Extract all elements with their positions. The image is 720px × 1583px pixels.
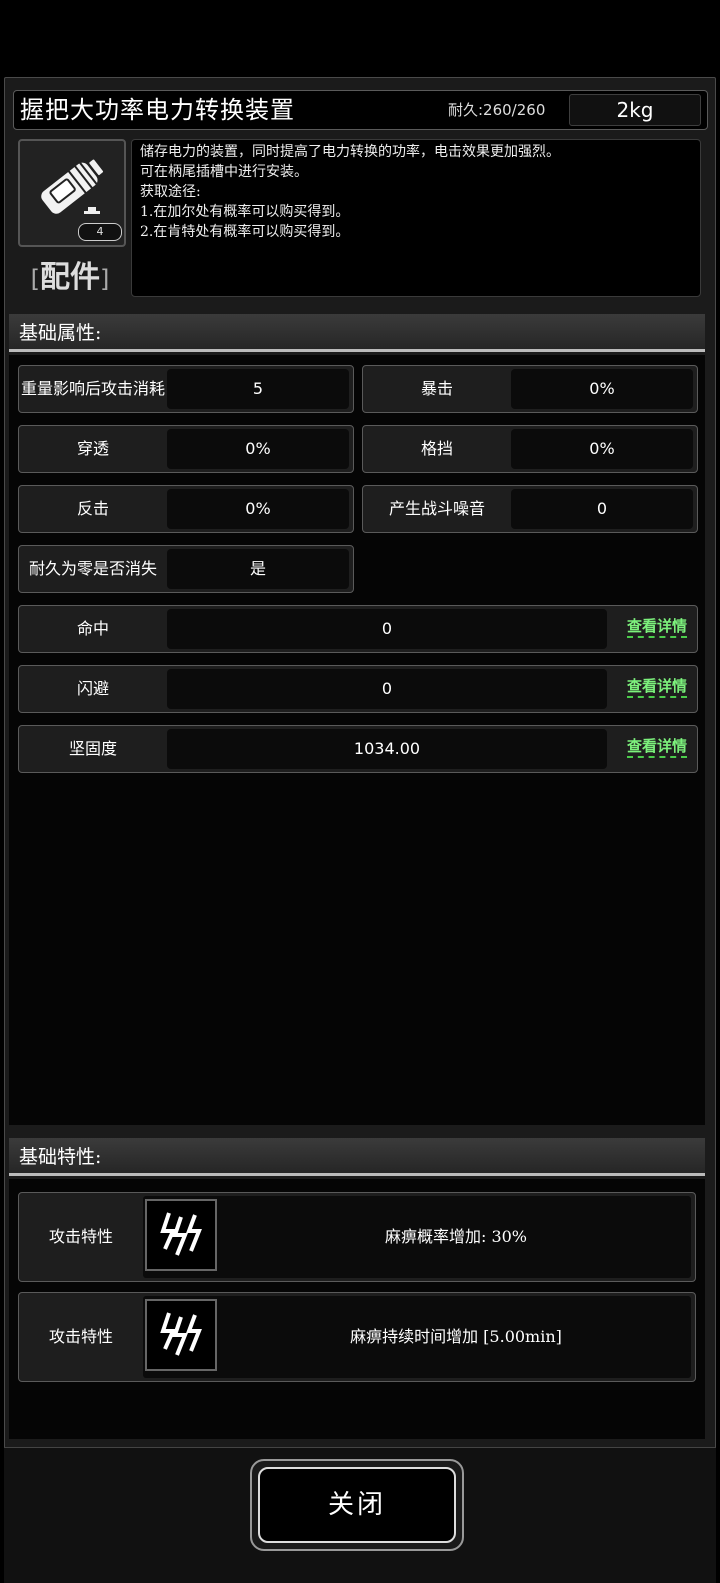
stat-sturdiness: 坚固度 1034.00 查看详情 — [18, 725, 698, 773]
stat-label: 格挡 — [420, 439, 453, 458]
item-category: [配件] — [18, 252, 122, 296]
basic-attributes-header: 基础属性: — [9, 314, 705, 352]
item-description: 储存电力的装置，同时提高了电力转换的功率，电击效果更加强烈。 可在柄尾插槽中进行… — [131, 139, 701, 297]
stat-value: 1034.00 — [167, 729, 607, 769]
weight-badge: 2kg — [569, 94, 701, 126]
stat-label: 坚固度 — [68, 739, 117, 758]
stat-attack-cost: 重量影响后攻击消耗 5 — [18, 365, 354, 413]
trait-body: 麻痹概率增加: 30% — [143, 1196, 691, 1278]
stat-counter: 反击 0% — [18, 485, 354, 533]
stat-value: 是 — [167, 549, 349, 589]
trait-body: 麻痹持续时间增加 [5.00min] — [143, 1296, 691, 1378]
trait-row: 攻击特性 麻痹持续时间增加 [5.00min] — [18, 1292, 696, 1382]
stat-label: 反击 — [76, 499, 109, 518]
stat-critical: 暴击 0% — [362, 365, 698, 413]
basic-traits-header: 基础特性: — [9, 1138, 705, 1176]
stat-value: 0% — [167, 429, 349, 469]
stat-label: 产生战斗噪音 — [388, 499, 485, 518]
view-details-link-sturdiness[interactable]: 查看详情 — [626, 736, 687, 758]
stat-evasion: 闪避 0 查看详情 — [18, 665, 698, 713]
trait-label: 攻击特性 — [48, 1227, 113, 1246]
description-line: 可在柄尾插槽中进行安装。 — [140, 164, 308, 180]
description-line: 储存电力的装置，同时提高了电力转换的功率，电击效果更加强烈。 — [140, 144, 560, 160]
stat-value: 5 — [167, 369, 349, 409]
trait-text: 麻痹概率增加: 30% — [384, 1227, 528, 1246]
stat-label: 命中 — [76, 619, 109, 638]
stat-label: 暴击 — [420, 379, 453, 398]
category-bracket-left: [ — [30, 265, 40, 293]
stat-label: 穿透 — [76, 439, 109, 458]
stat-vanish-at-zero: 耐久为零是否消失 是 — [18, 545, 354, 593]
stat-label: 闪避 — [76, 679, 109, 698]
item-title-bar: 握把大功率电力转换装置 耐久:260/260 2kg — [13, 90, 708, 130]
close-button[interactable]: 关闭 — [250, 1459, 464, 1551]
lightning-icon — [145, 1299, 217, 1371]
durability-readout: 耐久:260/260 — [448, 101, 546, 119]
stat-block: 格挡 0% — [362, 425, 698, 473]
stat-value: 0 — [511, 489, 693, 529]
stat-value: 0 — [167, 669, 607, 709]
stat-value: 0% — [167, 489, 349, 529]
stat-value: 0% — [511, 429, 693, 469]
stat-penetration: 穿透 0% — [18, 425, 354, 473]
close-button-label[interactable]: 关闭 — [258, 1467, 456, 1543]
item-count-badge: 4 — [78, 223, 122, 241]
view-details-link-evasion[interactable]: 查看详情 — [626, 676, 687, 698]
stat-value: 0% — [511, 369, 693, 409]
category-bracket-right: ] — [100, 265, 110, 293]
stat-accuracy: 命中 0 查看详情 — [18, 605, 698, 653]
item-icon-frame: 4 — [18, 139, 126, 247]
description-line: 1.在加尔处有概率可以购买得到。 — [140, 204, 350, 220]
description-line: 获取途径: — [140, 184, 201, 200]
trait-label: 攻击特性 — [48, 1327, 113, 1346]
trait-row: 攻击特性 麻痹概率增加: 30% — [18, 1192, 696, 1282]
stat-combat-noise: 产生战斗噪音 0 — [362, 485, 698, 533]
category-label: 配件 — [40, 260, 100, 295]
description-line: 2.在肯特处有概率可以购买得到。 — [140, 224, 350, 240]
stat-label: 耐久为零是否消失 — [28, 559, 157, 578]
trait-text: 麻痹持续时间增加 [5.00min] — [350, 1327, 562, 1346]
stat-label: 重量影响后攻击消耗 — [21, 379, 166, 398]
item-name: 握把大功率电力转换装置 — [20, 96, 295, 124]
lightning-icon — [145, 1199, 217, 1271]
view-details-link-accuracy[interactable]: 查看详情 — [626, 616, 687, 638]
stat-value: 0 — [167, 609, 607, 649]
